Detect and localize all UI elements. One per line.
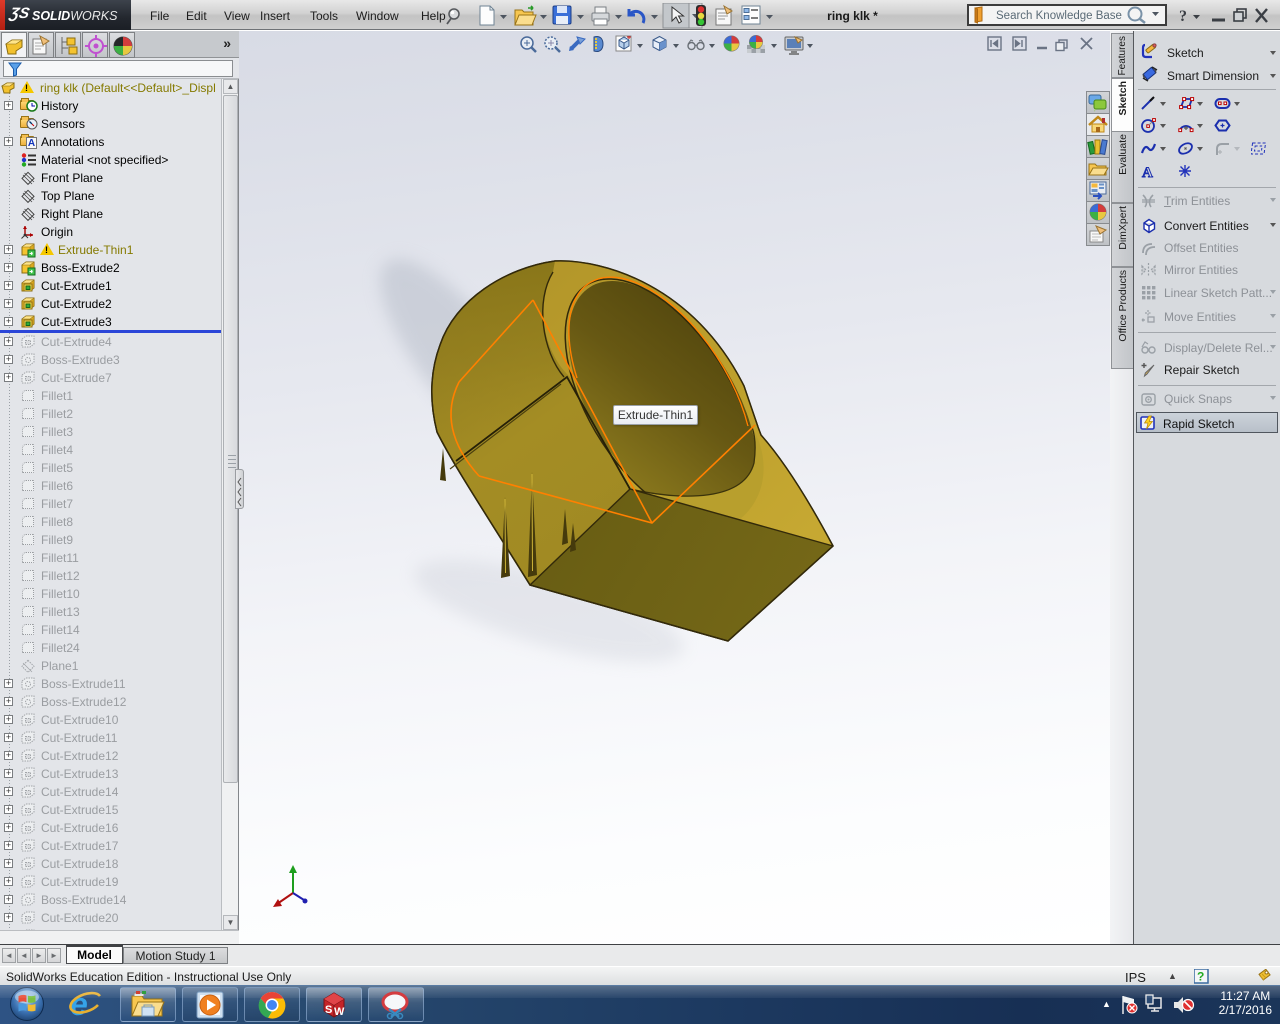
svg-text:A: A — [1142, 165, 1153, 181]
svg-text:Search Knowledge Base: Search Knowledge Base — [996, 10, 1122, 22]
svg-text:?: ? — [1179, 8, 1187, 25]
svg-text:e: e — [70, 988, 88, 1022]
svg-text:S: S — [325, 1004, 332, 1016]
svg-text:W: W — [334, 1006, 345, 1018]
svg-text:?: ? — [1197, 970, 1204, 984]
